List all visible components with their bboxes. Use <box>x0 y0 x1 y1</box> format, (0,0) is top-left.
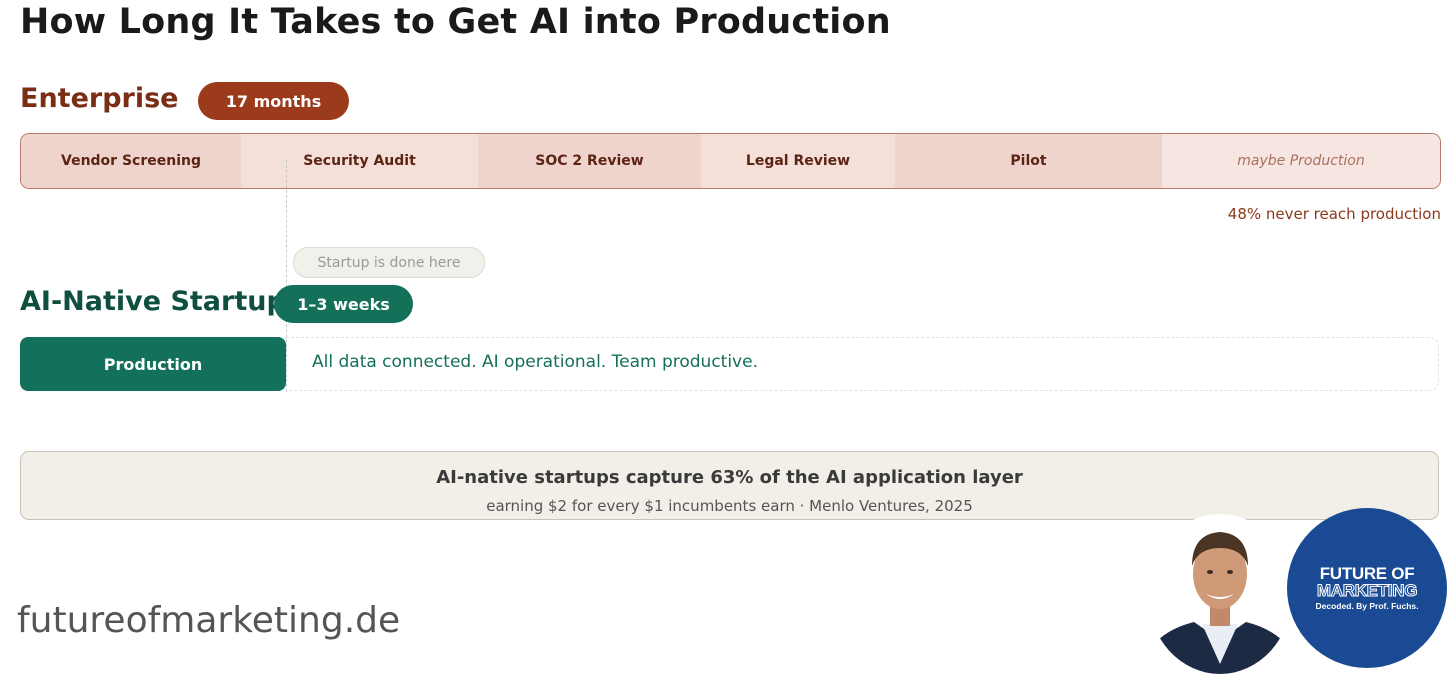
stage-soc2-review: SOC 2 Review <box>478 134 701 188</box>
website-link[interactable]: futureofmarketing.de <box>17 600 400 641</box>
stat-callout: AI-native startups capture 63% of the AI… <box>20 451 1439 520</box>
enterprise-label: Enterprise <box>20 83 179 114</box>
infographic-page: How Long It Takes to Get AI into Product… <box>0 0 1456 684</box>
stage-vendor-screening: Vendor Screening <box>21 134 241 188</box>
logo-line-2: MARKETING <box>1316 581 1418 601</box>
startup-done-badge: Startup is done here <box>293 247 485 278</box>
stat-source: earning $2 for every $1 incumbents earn … <box>486 497 973 515</box>
startup-duration-badge: 1–3 weeks <box>274 285 413 323</box>
future-of-marketing-logo: FUTURE OF MARKETING Decoded. By Prof. Fu… <box>1287 508 1447 668</box>
page-title: How Long It Takes to Get AI into Product… <box>20 2 891 42</box>
stage-pilot: Pilot <box>895 134 1162 188</box>
startup-label: AI-Native Startup <box>20 286 286 317</box>
never-reach-production-note: 48% never reach production <box>1227 205 1441 223</box>
stat-headline: AI-native startups capture 63% of the AI… <box>436 467 1023 488</box>
startup-production-block: Production <box>20 337 286 391</box>
stage-security-audit: Security Audit <box>241 134 478 188</box>
enterprise-duration-badge: 17 months <box>198 82 349 120</box>
stage-legal-review: Legal Review <box>701 134 895 188</box>
enterprise-timeline-bar: Vendor Screening Security Audit SOC 2 Re… <box>20 133 1441 189</box>
presenter-portrait-icon <box>1148 514 1292 674</box>
stage-maybe-production: maybe Production <box>1162 134 1440 188</box>
logo-tagline: Decoded. By Prof. Fuchs. <box>1315 601 1419 611</box>
startup-description: All data connected. AI operational. Team… <box>312 352 758 372</box>
